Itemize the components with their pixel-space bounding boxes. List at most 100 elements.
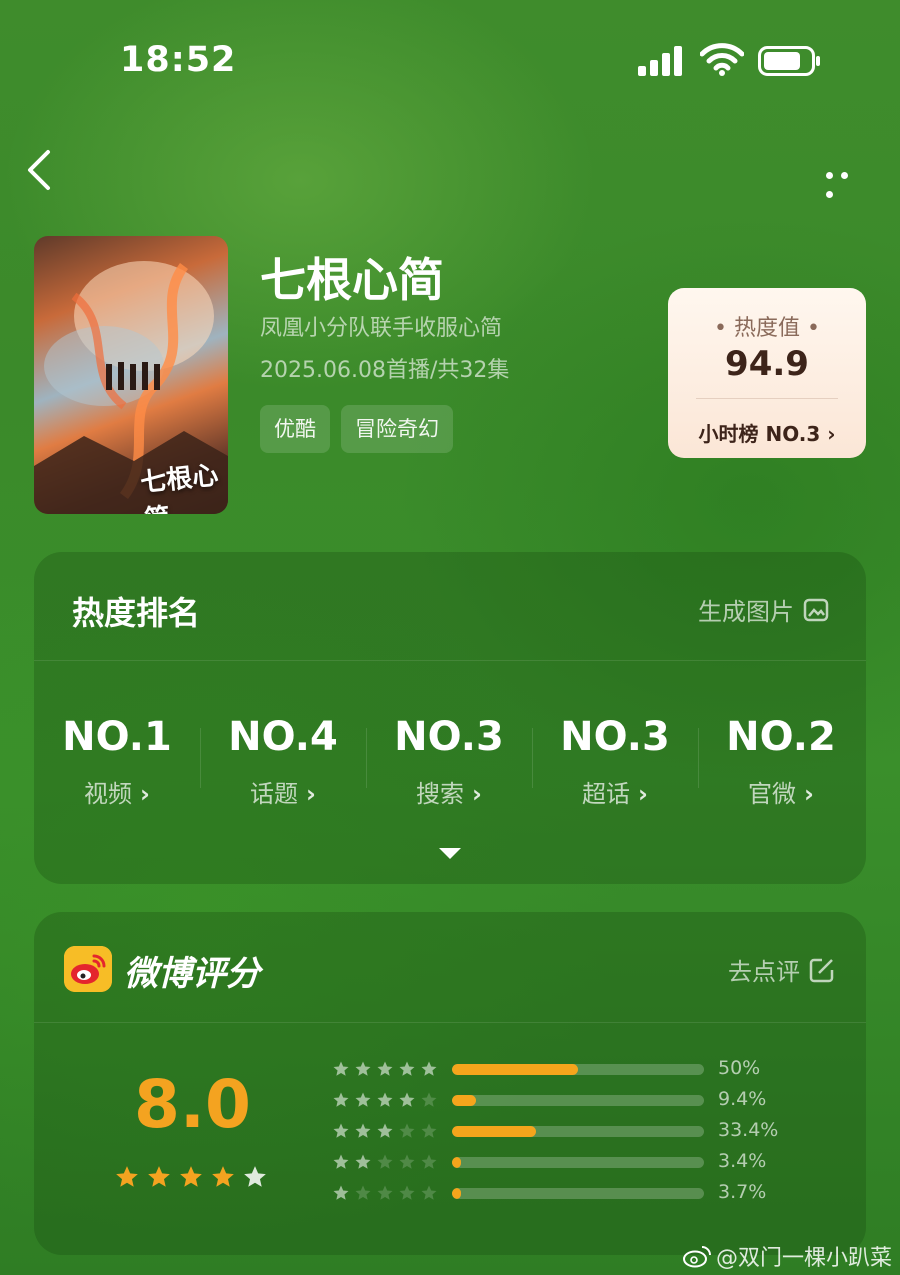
rank-number: NO.2 (726, 714, 836, 760)
star-empty-icon (398, 1184, 416, 1206)
wifi-icon (700, 43, 744, 76)
rank-label: 官微 (748, 780, 797, 808)
rank-item-topic[interactable]: NO.4 话题 › (200, 714, 366, 809)
generate-image-label: 生成图片 (698, 598, 794, 626)
rating-divider (34, 1022, 866, 1023)
rating-percent: 50% (718, 1057, 761, 1079)
star-filled-icon (398, 1060, 416, 1082)
weibo-logo-icon (64, 946, 112, 992)
rank-number: NO.3 (560, 714, 670, 760)
expand-icon[interactable] (439, 848, 461, 859)
star-empty-icon (376, 1184, 394, 1206)
watermark: @双门一棵小趴菜 (682, 1240, 892, 1272)
status-bar: 18:52 (0, 0, 900, 120)
star-empty-icon (398, 1122, 416, 1144)
star-filled-icon (332, 1153, 350, 1175)
watermark-text: @双门一棵小趴菜 (715, 1246, 892, 1271)
star-filled-icon (146, 1164, 172, 1194)
show-subtitle: 凤凰小分队联手收服心简 (260, 316, 503, 341)
star-filled-icon (376, 1091, 394, 1113)
rank-item-official[interactable]: NO.2 官微 › (698, 714, 864, 809)
heat-label: • 热度值 • (714, 316, 820, 341)
star-empty-icon (420, 1184, 438, 1206)
rating-bar-track (452, 1095, 704, 1106)
chevron-right-icon: › (638, 780, 648, 808)
star-filled-icon (114, 1164, 140, 1194)
star-empty-icon (354, 1184, 372, 1206)
ranking-panel: 热度排名 生成图片 NO.1 视频 › NO.4 话题 › NO.3 搜索 › NO.… (34, 552, 866, 884)
star-empty-icon (420, 1122, 438, 1144)
star-filled-icon (376, 1060, 394, 1082)
row-stars (332, 1184, 438, 1206)
show-premiere-date: 2025.06.08首播/共32集 (260, 358, 510, 383)
heat-divider (696, 398, 838, 399)
row-stars (332, 1122, 438, 1144)
chevron-right-icon: › (140, 780, 150, 808)
star-filled-icon (398, 1091, 416, 1113)
tag-genre[interactable]: 冒险奇幻 (341, 405, 453, 453)
rank-item-video[interactable]: NO.1 视频 › (34, 714, 200, 809)
rating-bar-fill (452, 1188, 462, 1199)
star-filled-icon (178, 1164, 204, 1194)
cellular-signal-icon (638, 44, 688, 76)
more-options-icon[interactable] (826, 164, 870, 198)
row-stars (332, 1060, 438, 1082)
rank-label: 超话 (582, 780, 631, 808)
star-filled-icon (354, 1153, 372, 1175)
rank-item-supertopic[interactable]: NO.3 超话 › (532, 714, 698, 809)
poster-title-text: 七根心简 (138, 460, 220, 514)
rating-bar-fill (452, 1064, 578, 1075)
rating-panel: 微博评分 去点评 8.0 50% 9.4% 33.4% 3.4% 3.7% (34, 912, 866, 1255)
rating-score: 8.0 (134, 1066, 251, 1143)
rank-label: 搜索 (416, 780, 465, 808)
row-stars (332, 1091, 438, 1113)
rank-item-search[interactable]: NO.3 搜索 › (366, 714, 532, 809)
rating-bar-fill (452, 1126, 537, 1137)
generate-image-button[interactable]: 生成图片 (698, 592, 830, 627)
star-empty-icon (420, 1091, 438, 1113)
rating-bar-fill (452, 1095, 476, 1106)
star-filled-icon (376, 1122, 394, 1144)
rank-label: 话题 (250, 780, 299, 808)
rating-bar-track (452, 1064, 704, 1075)
show-title: 七根心简 (260, 253, 444, 307)
star-filled-icon (354, 1060, 372, 1082)
rating-percent: 3.4% (718, 1150, 767, 1172)
rating-bar-track (452, 1188, 704, 1199)
rating-percent: 3.7% (718, 1181, 767, 1203)
rating-bar-track (452, 1157, 704, 1168)
go-review-button[interactable]: 去点评 (728, 952, 836, 987)
star-filled-icon (354, 1091, 372, 1113)
edit-icon (809, 958, 834, 982)
star-filled-icon (332, 1184, 350, 1206)
status-time: 18:52 (120, 40, 237, 80)
rating-percent: 33.4% (718, 1119, 779, 1141)
rating-bar-track (452, 1126, 704, 1137)
back-icon[interactable] (22, 148, 62, 192)
ranking-title: 热度排名 (72, 594, 201, 632)
star-filled-icon (332, 1091, 350, 1113)
rating-percent: 9.4% (718, 1088, 767, 1110)
hourly-rank-link[interactable]: 小时榜 NO.3 › (668, 418, 866, 447)
score-stars (114, 1164, 268, 1194)
rank-number: NO.1 (62, 714, 172, 760)
star-filled-icon (210, 1164, 236, 1194)
rank-label: 视频 (84, 780, 133, 808)
star-empty-icon (376, 1153, 394, 1175)
star-filled-icon (332, 1060, 350, 1082)
show-poster[interactable]: 七根心简 (34, 236, 228, 514)
heat-value-card[interactable]: • 热度值 • 94.9 小时榜 NO.3 › (668, 288, 866, 458)
weibo-watermark-icon (682, 1246, 711, 1268)
rank-number: NO.3 (394, 714, 504, 760)
go-review-label: 去点评 (728, 958, 800, 986)
tag-platform[interactable]: 优酷 (260, 405, 330, 453)
ranking-divider (34, 660, 866, 661)
image-icon (803, 598, 829, 621)
heat-value: 94.9 (725, 344, 809, 384)
star-filled-icon (354, 1122, 372, 1144)
rating-bar-fill (452, 1157, 461, 1168)
chevron-right-icon: › (472, 780, 482, 808)
star-filled-icon (332, 1122, 350, 1144)
chevron-right-icon: › (306, 780, 316, 808)
star-empty-icon (242, 1164, 268, 1194)
